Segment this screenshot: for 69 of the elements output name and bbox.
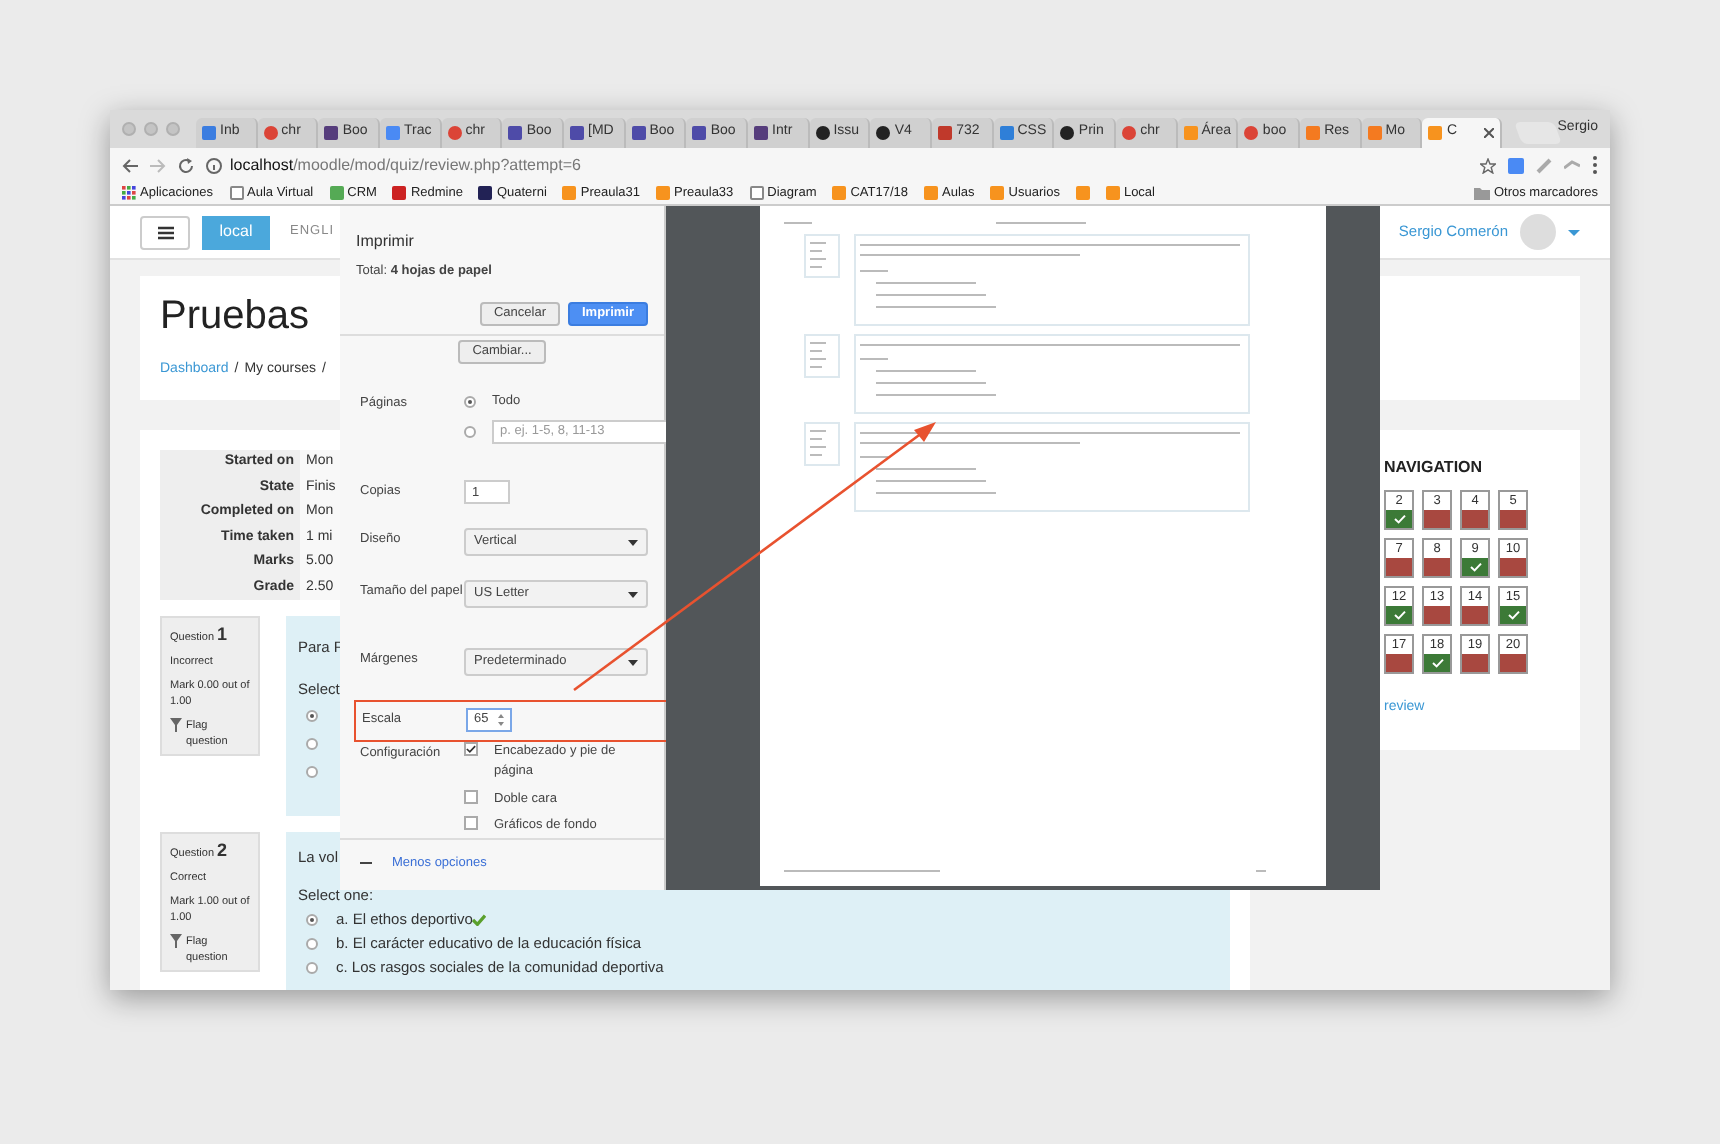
bookmark-icon: [392, 186, 407, 200]
site-icon: [999, 126, 1014, 140]
checkbox[interactable]: [464, 742, 478, 756]
bookmark-icon: [832, 186, 847, 200]
spinner-arrows-icon[interactable]: [498, 714, 504, 726]
check-icon: [1431, 658, 1443, 668]
checkbox[interactable]: [464, 816, 478, 831]
bookmark-icon: [924, 186, 939, 200]
check-icon: [1507, 610, 1519, 620]
reload-icon[interactable]: [178, 157, 194, 173]
radio-button[interactable]: [464, 425, 476, 438]
radio-button[interactable]: [306, 961, 318, 973]
radio-button[interactable]: [306, 913, 318, 925]
flag-icon[interactable]: [170, 718, 182, 732]
site-icon: [570, 126, 585, 140]
site-icon: [1367, 126, 1382, 140]
site-icon: [508, 126, 523, 140]
page-title: Pruebas: [160, 294, 309, 338]
caret-icon: [628, 591, 638, 597]
flag-icon[interactable]: [170, 934, 182, 948]
site-icon: [324, 126, 339, 140]
check-icon: [1393, 610, 1405, 620]
site-icon: [1183, 126, 1198, 140]
radio-button[interactable]: [306, 737, 318, 749]
site-icon: [1428, 126, 1443, 140]
site-icon: [692, 126, 707, 140]
site-icon: [631, 126, 646, 140]
navigation-title: NAVIGATION: [1384, 456, 1485, 480]
hamburger-icon: [157, 225, 173, 239]
menu-button[interactable]: [140, 215, 190, 249]
site-icon: [202, 126, 216, 140]
bookmark-icon: [990, 186, 1005, 200]
url-text[interactable]: localhost/moodle/mod/quiz/review.php?attempt=6: [230, 153, 581, 177]
site-icon: [1306, 126, 1321, 140]
site-icon: [386, 126, 401, 140]
site-icon: [447, 126, 462, 140]
check-icon: [1393, 514, 1405, 524]
bookmark-icon: [562, 186, 577, 200]
caret-icon[interactable]: [1568, 229, 1580, 235]
site-icon: [938, 126, 953, 140]
star-icon[interactable]: [1480, 157, 1496, 173]
bookmark-icon: [329, 186, 344, 200]
radio-button[interactable]: [306, 765, 318, 777]
forward-arrow-icon[interactable]: [150, 157, 166, 173]
dialog-title: Imprimir: [356, 230, 416, 254]
site-icon: [1060, 126, 1075, 140]
menu-icon[interactable]: [1592, 156, 1598, 174]
site-icon: [1244, 126, 1259, 140]
site-icon: [815, 126, 830, 140]
caret-icon: [628, 659, 638, 665]
close-icon[interactable]: [1483, 128, 1494, 138]
caret-icon: [628, 539, 638, 545]
info-icon: [206, 157, 222, 173]
radio-button[interactable]: [464, 395, 476, 408]
checkbox[interactable]: [464, 789, 478, 803]
site-icon: [1122, 126, 1137, 140]
back-arrow-icon[interactable]: [122, 157, 138, 173]
translate-icon[interactable]: [1508, 157, 1524, 173]
bookmark[interactable]: [1075, 186, 1090, 200]
site-icon: [754, 126, 769, 140]
bookmark-icon: [656, 186, 671, 200]
folder-icon: [1473, 187, 1490, 199]
apps-grid-icon: [122, 186, 136, 200]
site-icon: [876, 126, 891, 140]
check-icon: [1469, 562, 1481, 572]
radio-button[interactable]: [306, 709, 318, 721]
bookmark-icon: [478, 186, 493, 200]
radio-button[interactable]: [306, 937, 318, 949]
site-icon: [263, 126, 278, 140]
